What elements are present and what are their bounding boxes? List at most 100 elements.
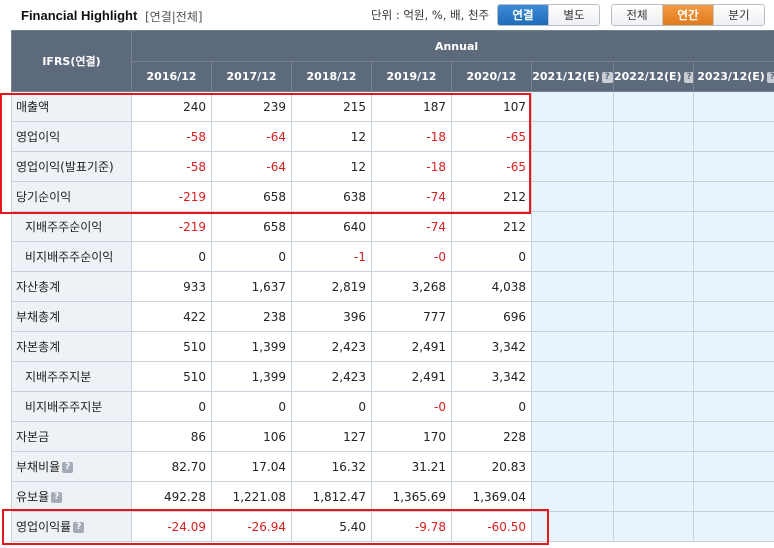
row-label-text: 부채비율 — [16, 460, 61, 474]
help-icon[interactable]: ? — [62, 462, 74, 473]
forecast-cell — [531, 511, 614, 542]
forecast-cell — [613, 271, 694, 302]
value-cell: 5.40 — [291, 511, 372, 542]
annual-group-header: Annual — [130, 30, 774, 62]
period-all-button[interactable]: 전체 — [612, 5, 662, 25]
value-cell: 658 — [211, 211, 292, 242]
forecast-cell — [613, 481, 694, 512]
row-label-text: 영업이익 — [16, 130, 61, 144]
year-header: 2017/12 — [211, 61, 292, 92]
value-cell: 170 — [371, 421, 452, 452]
value-cell: 127 — [291, 421, 372, 452]
table-row: 자본금 86 106 127 170 228 — [11, 421, 774, 452]
year-label: 2020/12 — [466, 70, 517, 83]
value-cell: 3,342 — [451, 361, 532, 392]
value-cell: 696 — [451, 301, 532, 332]
row-label: 자본금 — [11, 421, 132, 452]
value-cell: 106 — [211, 421, 292, 452]
row-label: 영업이익률? — [11, 511, 132, 542]
period-annual-button[interactable]: 연간 — [662, 5, 713, 25]
forecast-cell — [613, 241, 694, 272]
forecast-cell — [692, 421, 774, 452]
forecast-cell — [531, 301, 614, 332]
unit-label: 단위 : 억원, %, 배, 천주 — [371, 8, 490, 22]
value-cell: 0 — [451, 391, 532, 422]
row-label-text: 영업이익(발표기준) — [16, 160, 114, 174]
help-icon[interactable]: ? — [601, 71, 613, 83]
table-row: 유보율? 492.28 1,221.08 1,812.47 1,365.69 1,369.… — [11, 481, 774, 512]
value-cell: 1,812.47 — [291, 481, 372, 512]
value-cell: -74 — [371, 211, 452, 242]
year-header: 2021/12(E)? — [531, 61, 614, 92]
forecast-cell — [531, 481, 614, 512]
value-cell: 3,342 — [451, 331, 532, 362]
row-label: 부채총계 — [11, 301, 132, 332]
value-cell: 0 — [211, 391, 292, 422]
value-cell: 492.28 — [131, 481, 212, 512]
forecast-cell — [531, 121, 614, 152]
value-cell: 640 — [291, 211, 372, 242]
row-label: 유보율? — [11, 481, 132, 512]
value-cell: 0 — [131, 391, 212, 422]
row-label: 영업이익 — [11, 121, 132, 152]
row-label-text: 자본금 — [16, 430, 50, 444]
help-icon[interactable]: ? — [51, 492, 63, 503]
table-row: 부채총계 422 238 396 777 696 — [11, 301, 774, 332]
value-cell: 82.70 — [131, 451, 212, 482]
forecast-cell — [531, 91, 614, 122]
forecast-cell — [531, 331, 614, 362]
value-cell: 212 — [451, 181, 532, 212]
value-cell: 2,423 — [291, 361, 372, 392]
help-icon[interactable]: ? — [766, 71, 774, 83]
value-cell: 510 — [131, 361, 212, 392]
help-icon[interactable]: ? — [73, 522, 85, 533]
row-label-text: 비지배주주순이익 — [25, 250, 114, 264]
forecast-cell — [613, 511, 694, 542]
value-cell: 12 — [291, 151, 372, 182]
value-cell: -65 — [451, 121, 532, 152]
row-label: 매출액 — [11, 91, 132, 122]
value-cell: -58 — [131, 151, 212, 182]
value-cell: 3,268 — [371, 271, 452, 302]
value-cell: 86 — [131, 421, 212, 452]
value-cell: 12 — [291, 121, 372, 152]
value-cell: 1,399 — [211, 331, 292, 362]
forecast-cell — [692, 211, 774, 242]
help-icon[interactable]: ? — [683, 71, 693, 83]
consolidated-button[interactable]: 연결 — [498, 5, 548, 25]
forecast-cell — [692, 361, 774, 392]
value-cell: -64 — [211, 151, 292, 182]
forecast-cell — [613, 91, 694, 122]
table-row: 지배주주순이익 -219 658 640 -74 212 — [11, 211, 774, 242]
value-cell: 238 — [211, 301, 292, 332]
row-label-text: 유보율 — [16, 490, 50, 504]
table-row: 자본총계 510 1,399 2,423 2,491 3,342 — [11, 331, 774, 362]
value-cell: 510 — [131, 331, 212, 362]
period-quarter-button[interactable]: 분기 — [713, 5, 764, 25]
value-cell: -0 — [371, 391, 452, 422]
separate-button[interactable]: 별도 — [548, 5, 599, 25]
value-cell: 20.83 — [451, 451, 532, 482]
table-row: 당기순이익 -219 658 638 -74 212 — [11, 181, 774, 212]
value-cell: 239 — [211, 91, 292, 122]
forecast-cell — [692, 121, 774, 152]
year-label: 2016/12 — [146, 70, 197, 83]
row-label-text: 자산총계 — [16, 280, 61, 294]
forecast-cell — [613, 211, 694, 242]
row-label: 자본총계 — [11, 331, 132, 362]
forecast-cell — [531, 451, 614, 482]
forecast-cell — [531, 151, 614, 182]
row-label-text: 당기순이익 — [16, 190, 72, 204]
forecast-cell — [613, 361, 694, 392]
table-row: 영업이익률? -24.09 -26.94 5.40 -9.78 -60.50 — [11, 511, 774, 542]
forecast-cell — [613, 151, 694, 182]
value-cell: 638 — [291, 181, 372, 212]
forecast-cell — [613, 331, 694, 362]
forecast-cell — [692, 511, 774, 542]
year-label: 2022/12(E) — [614, 70, 682, 83]
forecast-cell — [613, 391, 694, 422]
year-header: 2020/12 — [451, 61, 532, 92]
forecast-cell — [531, 271, 614, 302]
value-cell: -9.78 — [371, 511, 452, 542]
value-cell: 2,423 — [291, 331, 372, 362]
